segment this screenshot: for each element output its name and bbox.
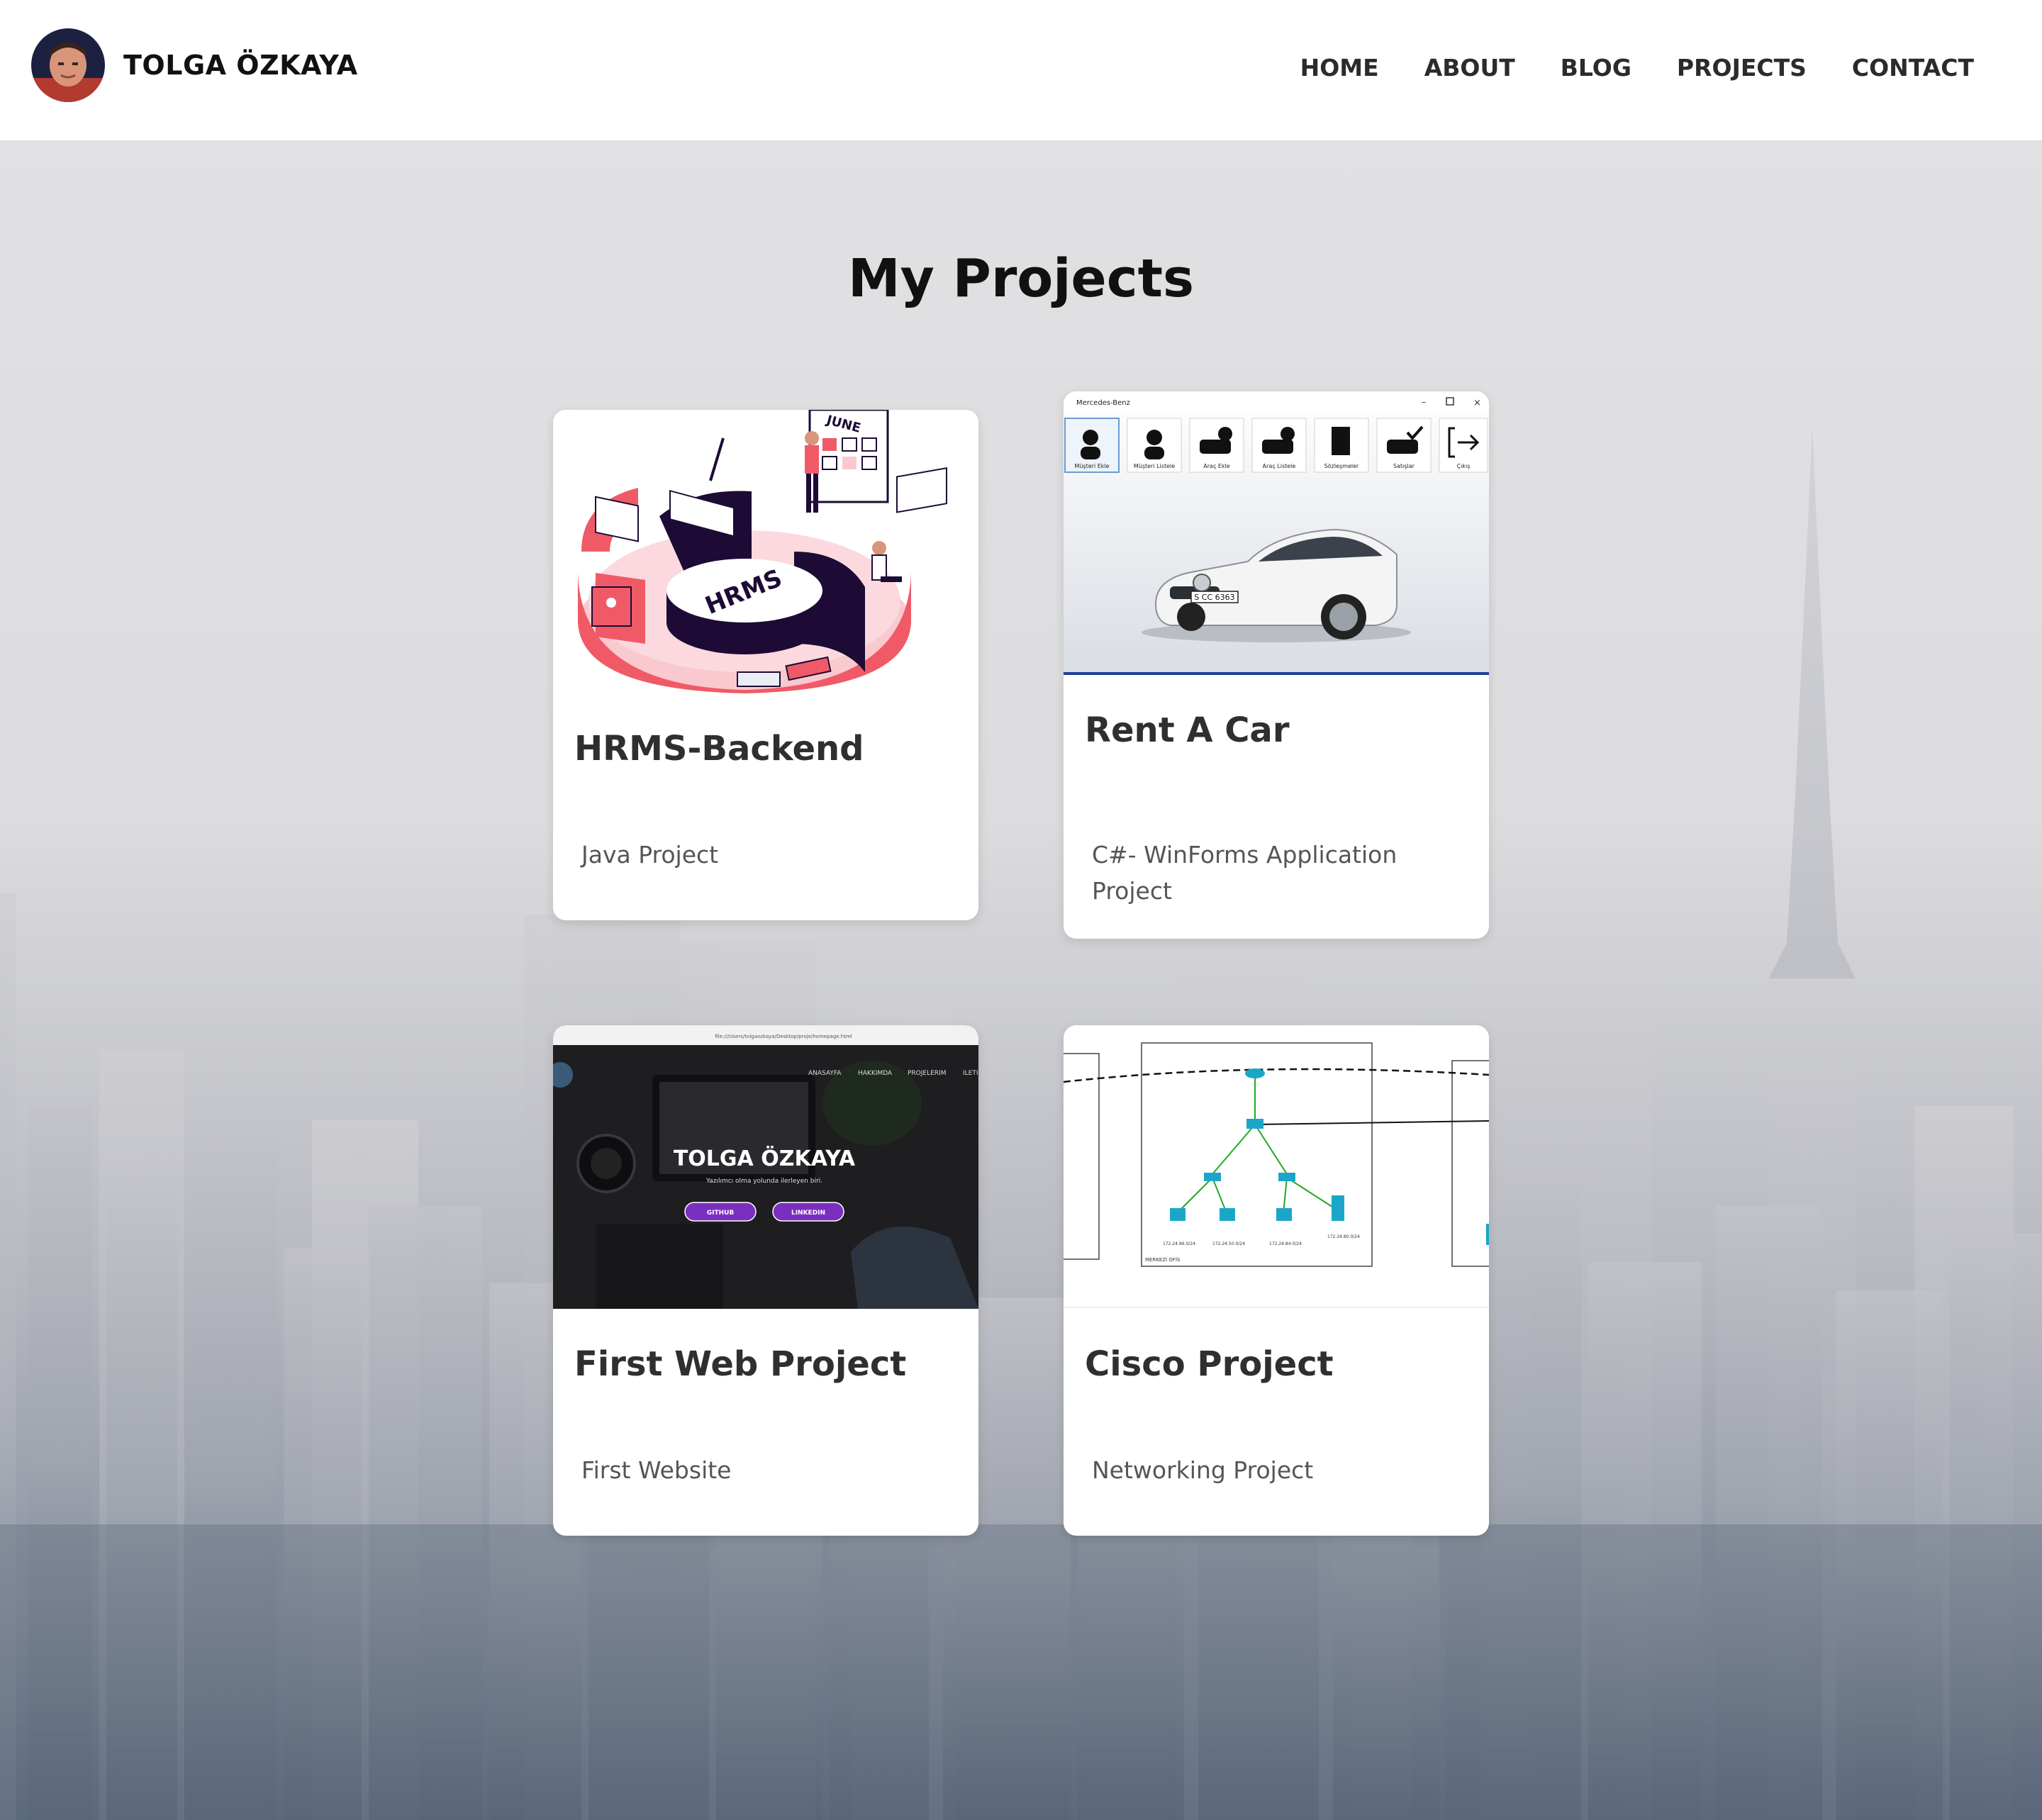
nav-blog[interactable]: BLOG: [1561, 54, 1631, 82]
svg-text:Sözleşmeler: Sözleşmeler: [1324, 463, 1359, 469]
site-menu-hakkimda: HAKKIMDA: [858, 1070, 893, 1077]
svg-text:Araç Listele: Araç Listele: [1263, 463, 1296, 469]
svg-text:172.24.84.0/24: 172.24.84.0/24: [1269, 1241, 1302, 1246]
nav-projects[interactable]: PROJECTS: [1677, 54, 1807, 82]
project-card-rent-a-car[interactable]: Mercedes-Benz – × Müşteri Ekle Müşteri L…: [1064, 391, 1489, 939]
project-title: HRMS-Backend: [574, 729, 864, 769]
cisco-topology-screenshot: 172.24.96.0/24 172.24.50.0/24 172.24.84.…: [1064, 1025, 1489, 1309]
svg-text:172.24.80.0/24: 172.24.80.0/24: [1327, 1234, 1360, 1239]
license-plate: S CC 6363: [1194, 593, 1234, 602]
project-description: Networking Project: [1092, 1456, 1314, 1484]
svg-text:Müşteri Listele: Müşteri Listele: [1134, 463, 1175, 469]
toolbar-musteri-listele: Müşteri Listele: [1127, 418, 1182, 473]
svg-text:GITHUB: GITHUB: [707, 1210, 735, 1217]
nav-home[interactable]: HOME: [1300, 54, 1379, 82]
brand[interactable]: TOLGA ÖZKAYA: [31, 28, 358, 102]
toolbar-arac-listele: Araç Listele: [1251, 418, 1307, 473]
svg-text:172.24.50.0/24: 172.24.50.0/24: [1212, 1241, 1245, 1246]
toolbar-musteri-ekle: Müşteri Ekle: [1064, 418, 1120, 473]
svg-text:LINKEDIN: LINKEDIN: [791, 1210, 825, 1217]
topology-label: MERKEZİ OFİS: [1145, 1256, 1181, 1263]
address-bar: file:///Users/tolgaozkaya/Desktop/proje/…: [715, 1034, 852, 1039]
rent-a-car-screenshot: Mercedes-Benz – × Müşteri Ekle Müşteri L…: [1064, 391, 1489, 675]
hero-subtitle: Yazılımcı olma yolunda ilerleyen biri.: [705, 1178, 822, 1185]
toolbar-arac-ekle: Araç Ekle: [1189, 418, 1244, 473]
avatar: [31, 28, 105, 102]
toolbar-sozlesmeler: Sözleşmeler: [1314, 418, 1369, 473]
svg-text:Müşteri Ekle: Müşteri Ekle: [1074, 463, 1109, 469]
site-menu-anasayfa: ANASAYFA: [808, 1070, 842, 1077]
site-menu-projelerim: PROJELERIM: [908, 1070, 946, 1077]
page-title: My Projects: [847, 248, 1195, 309]
project-card-hrms[interactable]: HRMS JUNE HRMS-Backend Java Project: [553, 410, 978, 920]
nav-about[interactable]: ABOUT: [1424, 54, 1515, 82]
project-title: Cisco Project: [1085, 1344, 1334, 1384]
svg-text:Araç Ekle: Araç Ekle: [1203, 463, 1230, 469]
first-web-screenshot: file:///Users/tolgaozkaya/Desktop/proje/…: [553, 1025, 978, 1309]
hero-name: TOLGA ÖZKAYA: [674, 1145, 856, 1171]
project-description: Java Project: [581, 841, 719, 869]
toolbar-satislar: Satışlar: [1376, 418, 1432, 473]
site-menu-iletisim: ILETI: [963, 1070, 978, 1077]
svg-text:172.24.96.0/24: 172.24.96.0/24: [1163, 1241, 1195, 1246]
project-title: Rent A Car: [1085, 710, 1290, 750]
svg-text:Çıkış: Çıkış: [1457, 463, 1471, 469]
nav-contact[interactable]: CONTACT: [1852, 54, 1974, 82]
project-description: C#- WinForms Application Project: [1092, 841, 1397, 905]
brand-name: TOLGA ÖZKAYA: [123, 50, 358, 81]
hrms-illustration: HRMS JUNE: [553, 410, 978, 693]
project-description: First Website: [581, 1456, 732, 1484]
project-card-first-web[interactable]: file:///Users/tolgaozkaya/Desktop/proje/…: [553, 1025, 978, 1536]
main-nav: HOME ABOUT BLOG PROJECTS CONTACT: [1300, 54, 1974, 82]
window-title: Mercedes-Benz: [1076, 399, 1130, 407]
site-header: TOLGA ÖZKAYA HOME ABOUT BLOG PROJECTS CO…: [0, 0, 2042, 140]
window-close-icon: ×: [1473, 398, 1481, 408]
window-minimize-icon: –: [1422, 397, 1426, 407]
project-card-cisco[interactable]: 172.24.96.0/24 172.24.50.0/24 172.24.84.…: [1064, 1025, 1489, 1536]
project-title: First Web Project: [574, 1344, 907, 1384]
toolbar-cikis: Çıkış: [1439, 418, 1488, 473]
svg-text:Satışlar: Satışlar: [1393, 463, 1415, 469]
